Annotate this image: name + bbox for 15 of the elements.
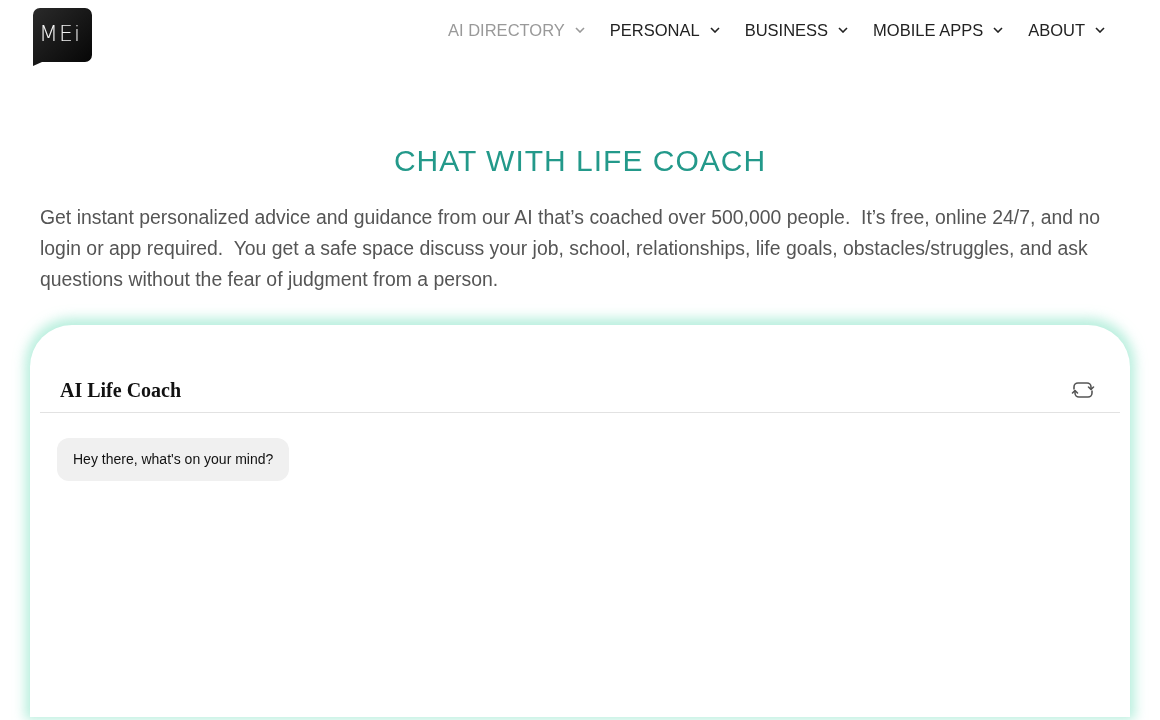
caret-icon <box>993 27 1004 33</box>
caret-icon <box>709 27 720 33</box>
caret-icon <box>838 27 849 33</box>
chat-message: Hey there, what's on your mind? <box>57 438 290 481</box>
caret-icon <box>574 27 585 33</box>
nav-link[interactable]: ABOUT <box>1028 19 1105 41</box>
nav-link[interactable]: BUSINESS <box>744 19 849 41</box>
logo[interactable]: MEi <box>33 8 92 66</box>
page-title: CHAT WITH LIFE COACH <box>392 143 768 179</box>
nav-link[interactable]: MOBILE APPS <box>873 19 1004 41</box>
chat-title: AI Life Coach <box>60 378 182 402</box>
caret-icon <box>1095 27 1105 33</box>
refresh-icon[interactable] <box>1070 379 1096 401</box>
nav-link[interactable]: PERSONAL <box>609 19 720 41</box>
intro-paragraph: Get instant personalized advice and guidance from our AI that’s coached over 500,000 people. It’s free, online 24/7, and no login or app required. You get a safe space discuss your job, school, relationships, life goals, obstacles/struggles, and ask questions without the fear of judgment from a person. <box>40 205 1102 292</box>
